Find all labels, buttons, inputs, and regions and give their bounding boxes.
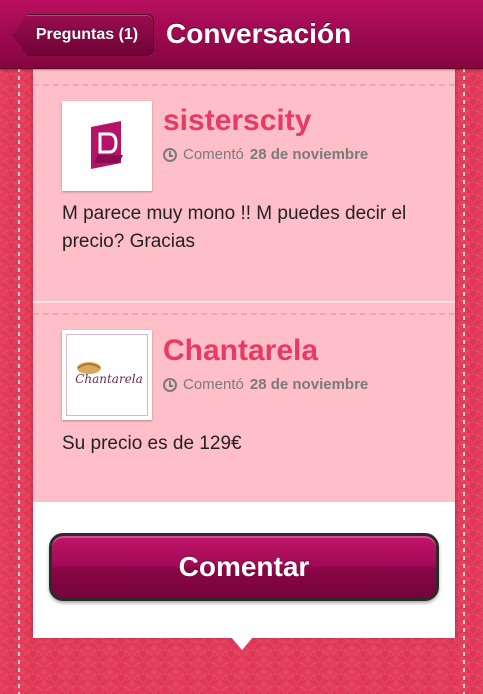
- comment-item: Chantarela Chantarela Comentó 28 de novi…: [33, 303, 455, 502]
- chantarela-logo-icon: Chantarela: [75, 362, 143, 386]
- comment-author[interactable]: Chantarela: [163, 334, 318, 368]
- comment-divider: [33, 84, 455, 86]
- comment-date: 28 de noviembre: [249, 376, 369, 393]
- comment-author[interactable]: sisterscity: [163, 104, 311, 138]
- comment-text: M parece muy mono !! M puedes decir el p…: [62, 203, 407, 252]
- navigation-bar: Preguntas (1) Conversación: [0, 0, 483, 69]
- commented-label: Comentó: [183, 146, 244, 163]
- comment-text: Su precio es de 129€: [62, 433, 242, 454]
- back-button[interactable]: Preguntas (1): [12, 14, 154, 56]
- avatar[interactable]: Chantarela: [62, 330, 152, 420]
- conversation-card: sisterscity Comentó 28 de noviembre M pa…: [33, 68, 455, 638]
- comment-divider: [33, 313, 455, 315]
- comment-date: 28 de noviembre: [249, 146, 369, 163]
- avatar[interactable]: [62, 101, 152, 191]
- sisterscity-logo-icon: [91, 121, 123, 169]
- comment-meta: Comentó 28 de noviembre: [163, 146, 368, 163]
- comment-meta: Comentó 28 de noviembre: [163, 376, 368, 393]
- comment-button-label: Comentar: [178, 551, 310, 582]
- comment-item: sisterscity Comentó 28 de noviembre M pa…: [33, 68, 455, 301]
- right-stitch: [463, 68, 465, 694]
- svg-text:Chantarela: Chantarela: [75, 372, 143, 386]
- chantarela-logo: Chantarela: [66, 334, 148, 416]
- back-button-label: Preguntas (1): [35, 26, 139, 43]
- clock-icon: [163, 147, 177, 162]
- left-stitch: [18, 68, 20, 694]
- comment-button[interactable]: Comentar: [49, 533, 439, 601]
- page-title: Conversación: [166, 18, 352, 49]
- commented-label: Comentó: [183, 376, 244, 393]
- clock-icon: [163, 377, 177, 392]
